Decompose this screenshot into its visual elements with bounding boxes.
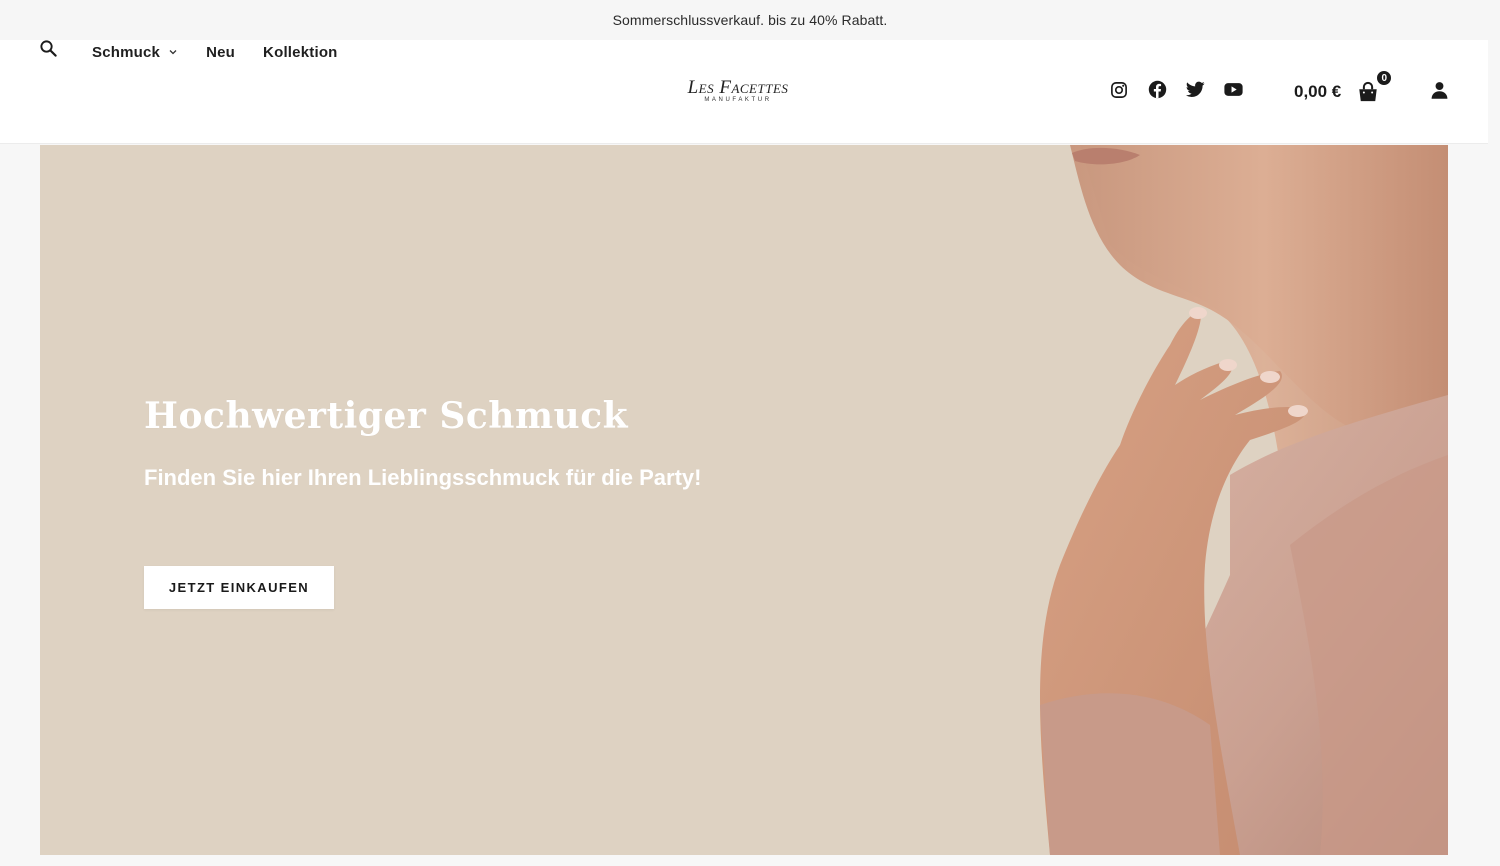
announcement-bar: Sommerschlussverkauf. bis zu 40% Rabatt. xyxy=(0,0,1500,40)
instagram-link[interactable] xyxy=(1108,81,1130,103)
social-links xyxy=(1108,80,1260,104)
nav-item-label: Schmuck xyxy=(92,43,161,61)
nav-item-label: Kollektion xyxy=(263,43,338,61)
facebook-link[interactable] xyxy=(1146,80,1168,104)
hero-subtitle: Finden Sie hier Ihren Lieblingsschmuck f… xyxy=(144,465,702,490)
main-navigation: Schmuck Neu Kollektion xyxy=(92,40,366,64)
chevron-down-icon xyxy=(168,47,178,57)
account-button[interactable] xyxy=(1428,81,1450,103)
nav-item-schmuck[interactable]: Schmuck xyxy=(92,44,178,61)
cart-button[interactable]: 0,00 € 0 xyxy=(1294,69,1394,108)
hero-banner: Hochwertiger Schmuck Finden Sie hier Ihr… xyxy=(40,145,1448,855)
hero-image xyxy=(1040,145,1448,855)
logo-wordmark: Les Facettes xyxy=(687,77,789,98)
cart-total: 0,00 € xyxy=(1294,82,1342,101)
cart-icon-wrapper: 0 xyxy=(1357,69,1394,103)
shopping-bag-icon xyxy=(1357,81,1379,107)
twitter-link[interactable] xyxy=(1184,81,1206,103)
nav-item-neu[interactable]: Neu xyxy=(206,44,235,61)
search-button[interactable] xyxy=(36,39,60,63)
search-icon xyxy=(39,39,58,63)
twitter-icon xyxy=(1185,81,1205,103)
site-logo[interactable]: Les Facettes MANUFAKTUR xyxy=(677,78,799,108)
instagram-icon xyxy=(1110,81,1128,104)
facebook-icon xyxy=(1148,80,1167,104)
youtube-icon xyxy=(1223,82,1243,102)
youtube-link[interactable] xyxy=(1222,81,1244,103)
shop-now-button[interactable]: JETZT EINKAUFEN xyxy=(144,566,334,609)
announcement-text: Sommerschlussverkauf. bis zu 40% Rabatt. xyxy=(612,12,888,28)
hero-title: Hochwertiger Schmuck xyxy=(144,395,629,437)
nav-item-kollektion[interactable]: Kollektion xyxy=(263,44,338,61)
user-icon xyxy=(1430,80,1449,105)
page-scrollbar[interactable] xyxy=(1488,40,1500,866)
logo-tagline: MANUFAKTUR xyxy=(704,97,772,103)
nav-item-label: Neu xyxy=(206,43,236,61)
